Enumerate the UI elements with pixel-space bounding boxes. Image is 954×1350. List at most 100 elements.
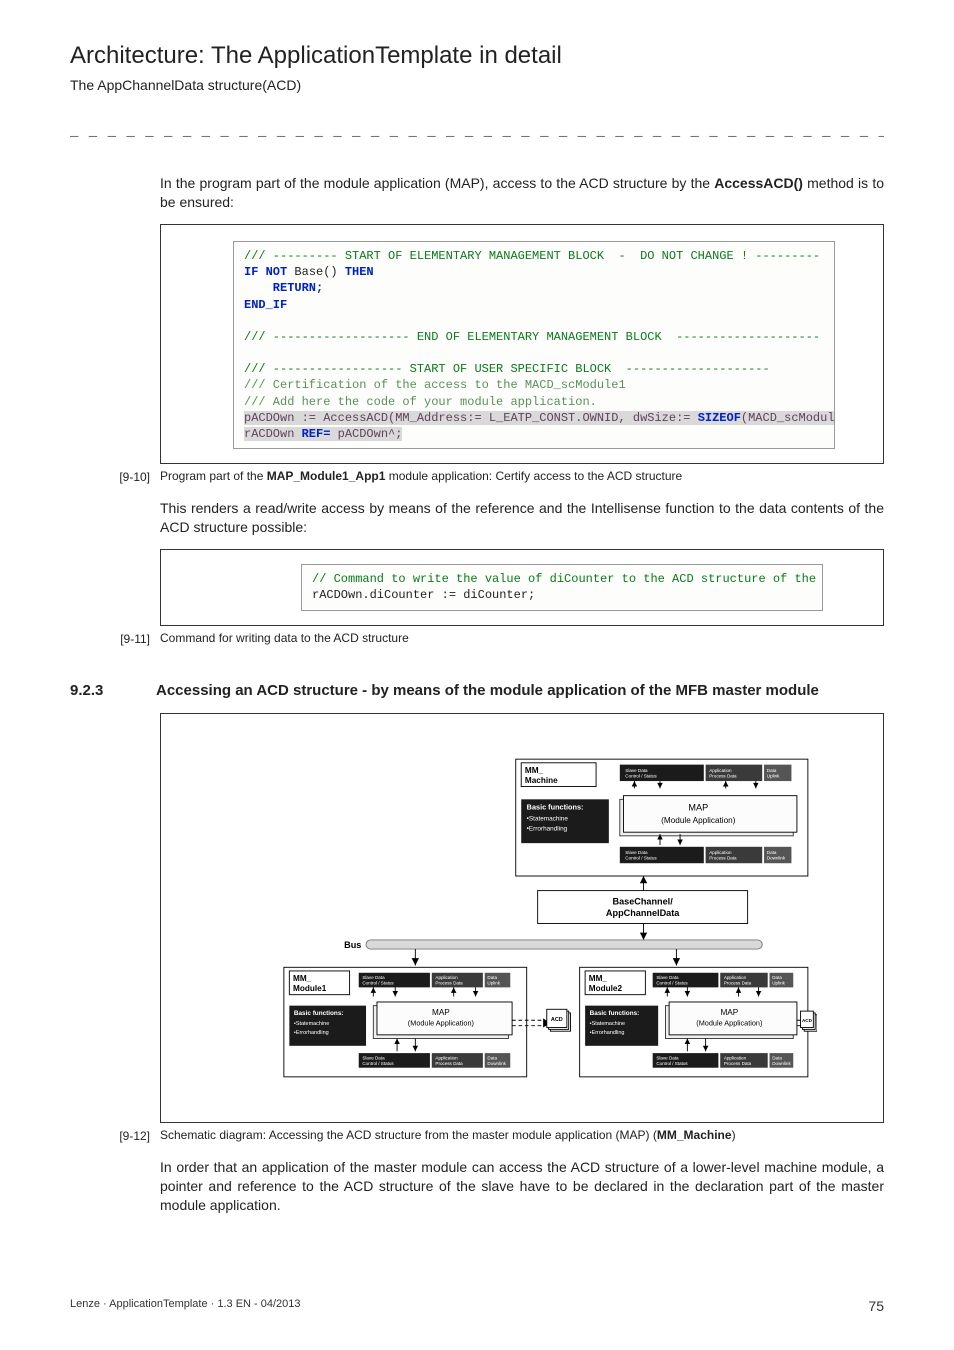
code1-comment4: /// Certification of the access to the M… — [244, 378, 626, 392]
svg-text:Slave Data: Slave Data — [362, 1055, 385, 1060]
svg-text:Process Data: Process Data — [435, 981, 463, 986]
svg-text:Downlink: Downlink — [487, 1061, 506, 1066]
code1-return: RETURN; — [244, 281, 323, 295]
fig1-cap-bold: MAP_Module1_App1 — [267, 469, 386, 483]
svg-text:Data: Data — [487, 1055, 497, 1060]
fig1-cap-a: Program part of the — [160, 469, 267, 483]
svg-text:Process Data: Process Data — [435, 1061, 463, 1066]
svg-text:Downlink: Downlink — [772, 1061, 791, 1066]
code1-comment5: /// Add here the code of your module app… — [244, 395, 597, 409]
svg-text:Slave Data: Slave Data — [625, 850, 648, 855]
svg-text:Downlink: Downlink — [767, 856, 786, 861]
code1-endif: END_IF — [244, 298, 287, 312]
code1-base-call: Base() — [287, 265, 345, 279]
code1-l5a: rACDOwn — [244, 427, 302, 441]
fig-9-10-label: [9-10] — [108, 468, 150, 485]
code-block-2: // Command to write the value of diCount… — [301, 564, 823, 610]
svg-text:MM_: MM_ — [293, 974, 312, 983]
svg-text:Data: Data — [772, 975, 782, 980]
svg-text:Machine: Machine — [525, 776, 558, 785]
svg-text:Bus: Bus — [344, 940, 361, 950]
svg-text:MM_: MM_ — [589, 974, 608, 983]
svg-text:Module2: Module2 — [589, 984, 623, 993]
svg-text:Control / Status: Control / Status — [362, 981, 394, 986]
svg-text:(Module Application): (Module Application) — [696, 1019, 762, 1028]
para-render-access: This renders a read/write access by mean… — [160, 499, 884, 537]
svg-text:Slave Data: Slave Data — [362, 975, 385, 980]
svg-text:•Errorhandling: •Errorhandling — [590, 1030, 625, 1036]
svg-text:MM_: MM_ — [525, 766, 544, 775]
svg-text:Application: Application — [724, 975, 747, 980]
intro-paragraph: In the program part of the module applic… — [160, 174, 884, 212]
intro-method-name: AccessACD() — [714, 175, 803, 191]
svg-text:Process Data: Process Data — [724, 981, 752, 986]
schematic-diagram: MM_ Machine Slave Data Control / Status … — [251, 738, 817, 1098]
svg-text:Application: Application — [709, 768, 732, 773]
svg-text:Uplink: Uplink — [767, 773, 780, 778]
svg-text:Application: Application — [435, 975, 458, 980]
svg-text:•Statemachine: •Statemachine — [294, 1021, 329, 1027]
svg-text:Process Data: Process Data — [709, 773, 737, 778]
divider: _ _ _ _ _ _ _ _ _ _ _ _ _ _ _ _ _ _ _ _ … — [70, 123, 884, 142]
code-block-1: /// --------- START OF ELEMENTARY MANAGE… — [233, 241, 835, 449]
section-title: Accessing an ACD structure - by means of… — [156, 681, 819, 701]
svg-text:Process Data: Process Data — [724, 1061, 752, 1066]
fig1-cap-b: module application: Certify access to th… — [385, 469, 682, 483]
svg-text:Basic functions:: Basic functions: — [527, 802, 584, 811]
code1-kw-if-not: IF NOT — [244, 265, 287, 279]
svg-text:Application: Application — [435, 1055, 458, 1060]
figure-9-10-box: /// --------- START OF ELEMENTARY MANAGE… — [160, 224, 884, 464]
svg-text:MAP: MAP — [432, 1008, 450, 1017]
svg-text:•Errorhandling: •Errorhandling — [294, 1030, 329, 1036]
svg-text:(Module Application): (Module Application) — [661, 816, 736, 825]
page-title: Architecture: The ApplicationTemplate in… — [70, 40, 884, 72]
fig3-cap-bold: MM_Machine — [657, 1128, 732, 1142]
code1-l5c: pACDOwn^; — [330, 427, 402, 441]
svg-text:Application: Application — [709, 850, 732, 855]
svg-text:Process Data: Process Data — [709, 856, 737, 861]
footer-left: Lenze · ApplicationTemplate · 1.3 EN - 0… — [70, 1297, 301, 1316]
svg-text:Control / Status: Control / Status — [362, 1061, 394, 1066]
intro-text-a: In the program part of the module applic… — [160, 175, 714, 191]
section-number: 9.2.3 — [70, 681, 128, 701]
svg-text:Basic functions:: Basic functions: — [590, 1010, 640, 1017]
svg-text:Data: Data — [767, 850, 777, 855]
svg-text:Application: Application — [724, 1055, 747, 1060]
svg-text:AppChannelData: AppChannelData — [606, 908, 680, 918]
code1-l4a: pACDOwn := AccessACD(MM_Address:= L_EATP… — [244, 411, 698, 425]
svg-text:(Module Application): (Module Application) — [408, 1019, 474, 1028]
code2-comment: // Command to write the value of diCount… — [312, 572, 823, 586]
code1-kw-then: THEN — [345, 265, 374, 279]
code2-line: rACDOwn.diCounter := diCounter; — [312, 588, 535, 602]
page-subtitle: The AppChannelData structure(ACD) — [70, 76, 884, 95]
svg-text:Uplink: Uplink — [772, 981, 785, 986]
svg-text:•Errorhandling: •Errorhandling — [527, 825, 568, 832]
svg-text:Slave Data: Slave Data — [656, 1055, 679, 1060]
code1-sizeof: SIZEOF — [698, 411, 741, 425]
svg-text:Control / Status: Control / Status — [656, 981, 688, 986]
svg-text:Control / Status: Control / Status — [656, 1061, 688, 1066]
code1-ref: REF= — [302, 427, 331, 441]
svg-text:Slave Data: Slave Data — [625, 768, 648, 773]
svg-text:Control / Status: Control / Status — [625, 856, 657, 861]
fig-9-12-caption: Schematic diagram: Accessing the ACD str… — [160, 1127, 736, 1143]
svg-text:Data: Data — [767, 768, 777, 773]
svg-text:Data: Data — [772, 1055, 782, 1060]
fig3-cap-a: Schematic diagram: Accessing the ACD str… — [160, 1128, 657, 1142]
code1-comment1: /// --------- START OF ELEMENTARY MANAGE… — [244, 249, 820, 263]
svg-text:Basic functions:: Basic functions: — [294, 1010, 344, 1017]
figure-9-12-box: MM_ Machine Slave Data Control / Status … — [160, 713, 884, 1123]
svg-text:Slave Data: Slave Data — [656, 975, 679, 980]
fig3-cap-b: ) — [732, 1128, 736, 1142]
fig-9-11-label: [9-11] — [108, 630, 150, 647]
fig-9-12-label: [9-12] — [108, 1127, 150, 1144]
svg-text:Uplink: Uplink — [487, 981, 500, 986]
svg-text:ACD: ACD — [802, 1018, 813, 1023]
code1-comment3: /// ------------------ START OF USER SPE… — [244, 362, 770, 376]
svg-text:Module1: Module1 — [293, 984, 327, 993]
svg-text:MAP: MAP — [720, 1008, 738, 1017]
svg-text:BaseChannel/: BaseChannel/ — [613, 896, 674, 906]
footer-page-number: 75 — [868, 1297, 884, 1316]
svg-text:ACD: ACD — [551, 1017, 563, 1023]
svg-text:Data: Data — [487, 975, 497, 980]
